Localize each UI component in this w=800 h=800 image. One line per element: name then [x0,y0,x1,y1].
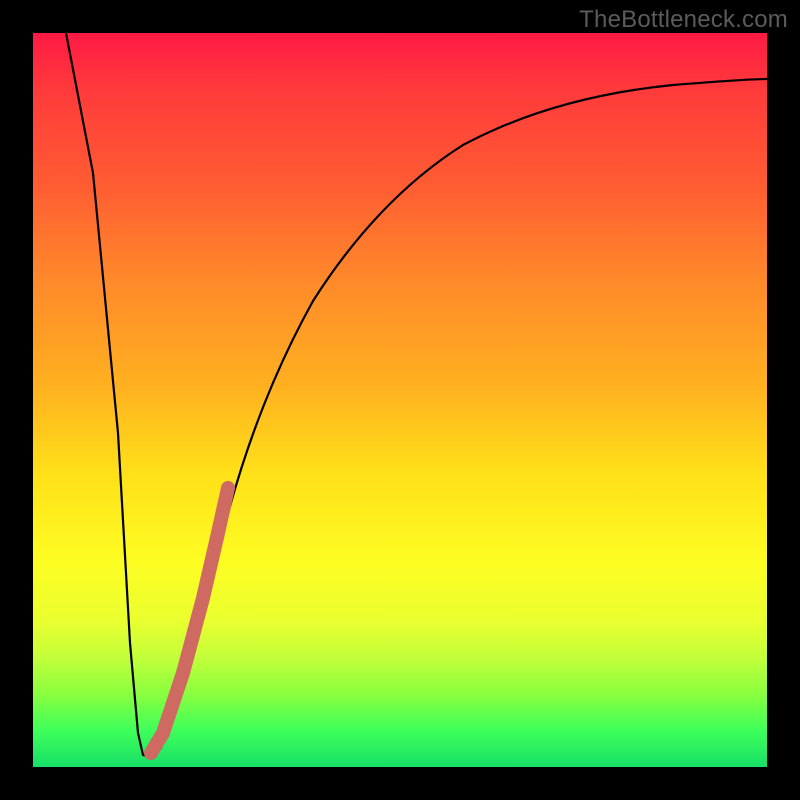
chart-frame: TheBottleneck.com [0,0,800,800]
plot-area [33,33,767,767]
highlight-segment [151,488,228,753]
bottleneck-curve [66,33,767,757]
watermark-label: TheBottleneck.com [579,6,788,34]
curve-svg [33,33,767,767]
